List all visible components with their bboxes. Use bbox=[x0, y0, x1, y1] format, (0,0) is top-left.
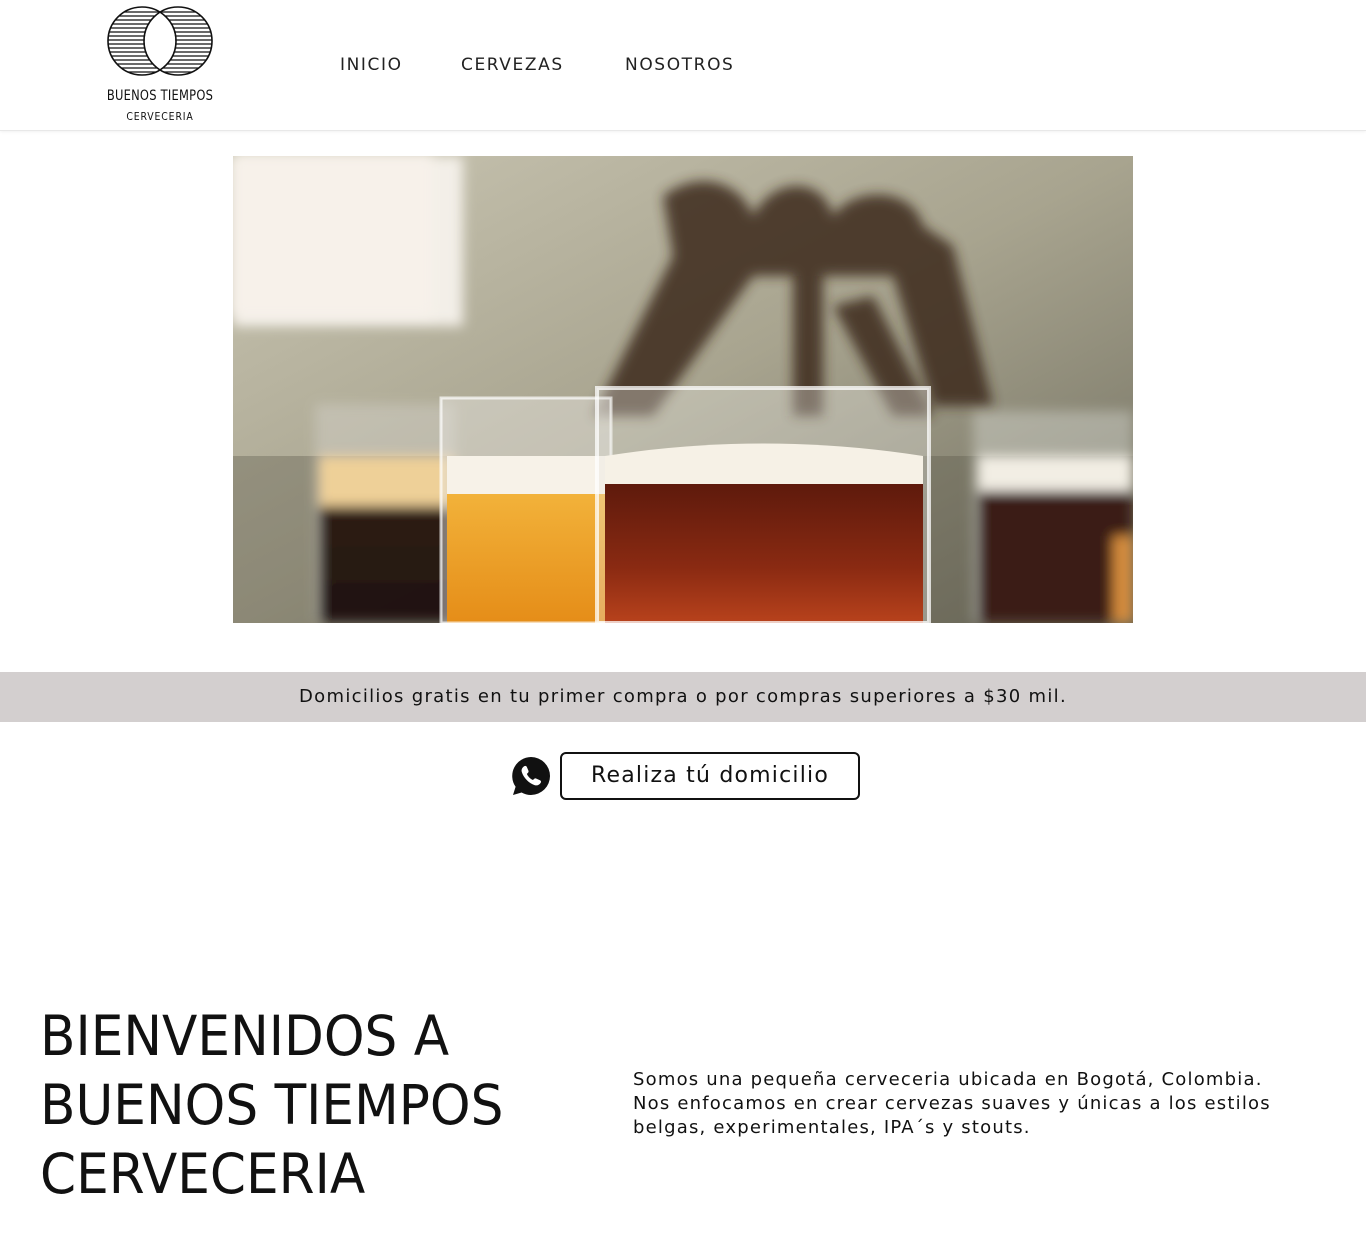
hero-image bbox=[233, 156, 1133, 623]
promo-banner-text: Domicilios gratis en tu primer compra o … bbox=[299, 686, 1067, 707]
nav-item-nosotros[interactable]: NOSOTROS bbox=[625, 55, 734, 75]
promo-banner: Domicilios gratis en tu primer compra o … bbox=[0, 672, 1366, 722]
order-delivery-button[interactable]: Realiza tú domicilio bbox=[560, 752, 860, 800]
brand-name: BUENOS TIEMPOS bbox=[106, 88, 214, 104]
about-line: belgas, experimentales, IPA´s y stouts. bbox=[633, 1117, 1031, 1138]
welcome-heading: BIENVENIDOS A BUENOS TIEMPOS CERVECERIA bbox=[40, 1002, 585, 1209]
brand-logo[interactable]: BUENOS TIEMPOS CERVECERIA bbox=[92, 4, 228, 128]
site-header: BUENOS TIEMPOS CERVECERIA INICIO CERVEZA… bbox=[0, 0, 1366, 131]
welcome-heading-line: BIENVENIDOS A bbox=[40, 1004, 450, 1068]
nav-item-cervezas[interactable]: CERVEZAS bbox=[461, 55, 564, 75]
logo-mark-icon bbox=[107, 6, 213, 76]
brand-subtitle: CERVECERIA bbox=[126, 110, 194, 123]
welcome-heading-line: BUENOS TIEMPOS bbox=[40, 1073, 504, 1137]
about-line: Nos enfocamos en crear cervezas suaves y… bbox=[633, 1093, 1271, 1114]
about-line: Somos una pequeña cerveceria ubicada en … bbox=[633, 1069, 1263, 1090]
welcome-heading-line: CERVECERIA bbox=[40, 1142, 366, 1206]
beer-glasses-photo bbox=[233, 156, 1133, 623]
nav-item-inicio[interactable]: INICIO bbox=[340, 55, 403, 75]
about-paragraph: Somos una pequeña cerveceria ubicada en … bbox=[633, 1068, 1353, 1140]
whatsapp-icon[interactable] bbox=[510, 755, 552, 797]
